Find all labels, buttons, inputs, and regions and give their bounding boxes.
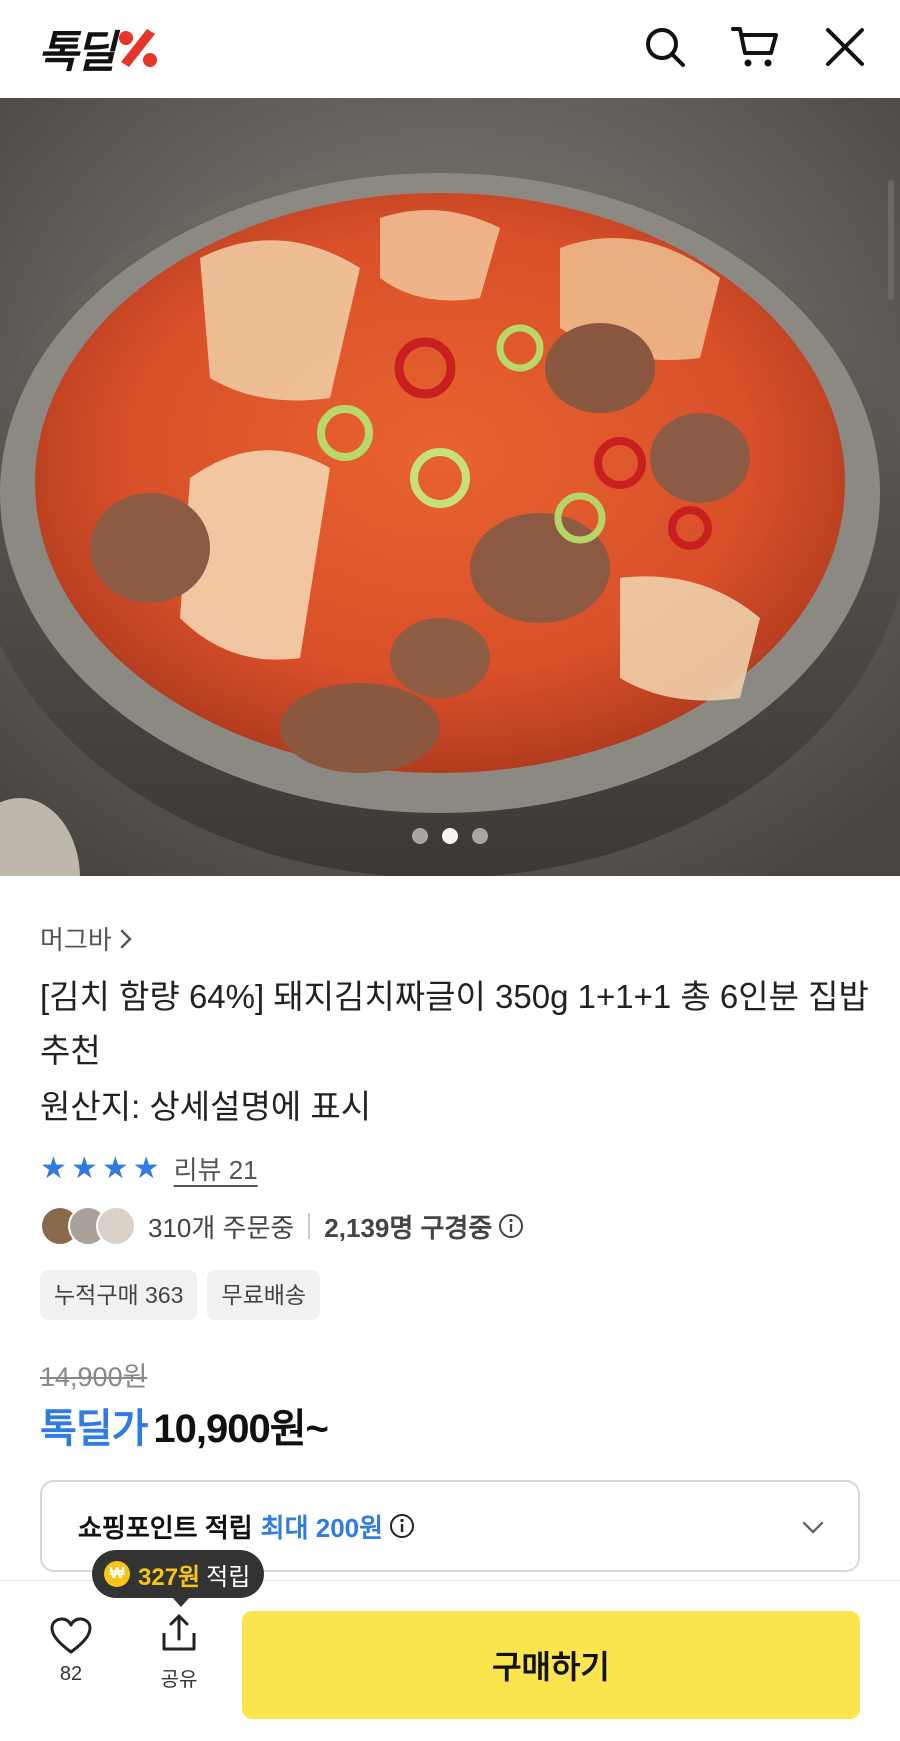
share-button[interactable]: 공유 <box>154 1613 204 1692</box>
original-price: 14,900원 <box>40 1362 148 1392</box>
star-icon: ★ <box>101 1151 129 1185</box>
seller-link[interactable]: 머그바 <box>40 920 134 957</box>
cart-icon[interactable] <box>730 22 780 72</box>
coin-icon: ₩ <box>104 1561 130 1587</box>
buyer-avatars <box>40 1206 136 1246</box>
talkdeal-logo[interactable]: 톡딜 <box>38 24 161 77</box>
chevron-down-icon <box>802 1521 824 1534</box>
buy-button[interactable]: 구매하기 <box>242 1611 860 1719</box>
scrollbar[interactable] <box>888 180 894 300</box>
orders-count: 310개 주문중 <box>148 1212 295 1243</box>
carousel-dot[interactable] <box>412 828 428 844</box>
product-tags: 누적구매 363 무료배송 <box>40 1270 321 1320</box>
seller-name: 머그바 <box>40 925 112 955</box>
price-row: 톡딜가 10,900원~ <box>40 1396 329 1454</box>
close-icon[interactable] <box>820 22 870 72</box>
avatar <box>96 1206 136 1246</box>
heart-icon <box>50 1617 92 1654</box>
order-status-row: 310개 주문중 2,139명 구경중 <box>40 1206 524 1246</box>
divider <box>308 1213 311 1239</box>
star-icon: ★ <box>70 1151 98 1185</box>
percent-logo-icon <box>115 25 161 71</box>
points-label: 쇼핑포인트 적립 <box>78 1512 253 1543</box>
price-label: 톡딜가 <box>40 1407 148 1451</box>
tooltip-amount: 327원 <box>138 1563 201 1591</box>
points-tooltip: ₩ 327원 적립 <box>92 1550 265 1607</box>
tooltip-text: 적립 <box>206 1563 251 1591</box>
star-icon: ★ <box>132 1151 160 1185</box>
watching-count: 2,139명 구경중 <box>324 1212 493 1243</box>
points-max: 최대 200원 <box>260 1512 384 1543</box>
info-icon[interactable] <box>389 1513 415 1539</box>
rating-row: ★ ★ ★ ★ 리뷰 21 <box>40 1150 258 1187</box>
product-photo <box>0 98 900 876</box>
bottom-action-bar: 82 공유 구매하기 <box>0 1580 900 1741</box>
logo-text: 톡딜 <box>38 28 116 77</box>
sale-price: 10,900원~ <box>153 1407 329 1451</box>
review-count-link[interactable]: 리뷰 21 <box>174 1150 258 1187</box>
share-icon <box>162 1614 196 1651</box>
search-icon[interactable] <box>640 22 690 72</box>
like-button[interactable]: 82 <box>46 1617 96 1686</box>
carousel-dot-active[interactable] <box>442 828 458 844</box>
star-icon: ★ <box>40 1151 67 1185</box>
carousel-dot[interactable] <box>472 828 488 844</box>
info-icon[interactable] <box>498 1213 524 1239</box>
chevron-right-icon <box>120 929 132 948</box>
tag-cumulative-purchase: 누적구매 363 <box>40 1270 198 1320</box>
like-count: 82 <box>59 1663 83 1685</box>
product-title: [김치 함량 64%] 돼지김치짜글이 350g 1+1+1 총 6인분 집밥 … <box>40 978 869 1069</box>
product-image-carousel[interactable] <box>0 98 900 876</box>
share-label: 공유 <box>160 1669 198 1691</box>
carousel-indicator <box>0 828 900 844</box>
tag-free-shipping: 무료배송 <box>207 1270 321 1320</box>
product-origin: 원산지: 상세설명에 표시 <box>40 1088 372 1125</box>
header-actions <box>640 22 870 72</box>
top-header: 톡딜 <box>0 0 900 98</box>
